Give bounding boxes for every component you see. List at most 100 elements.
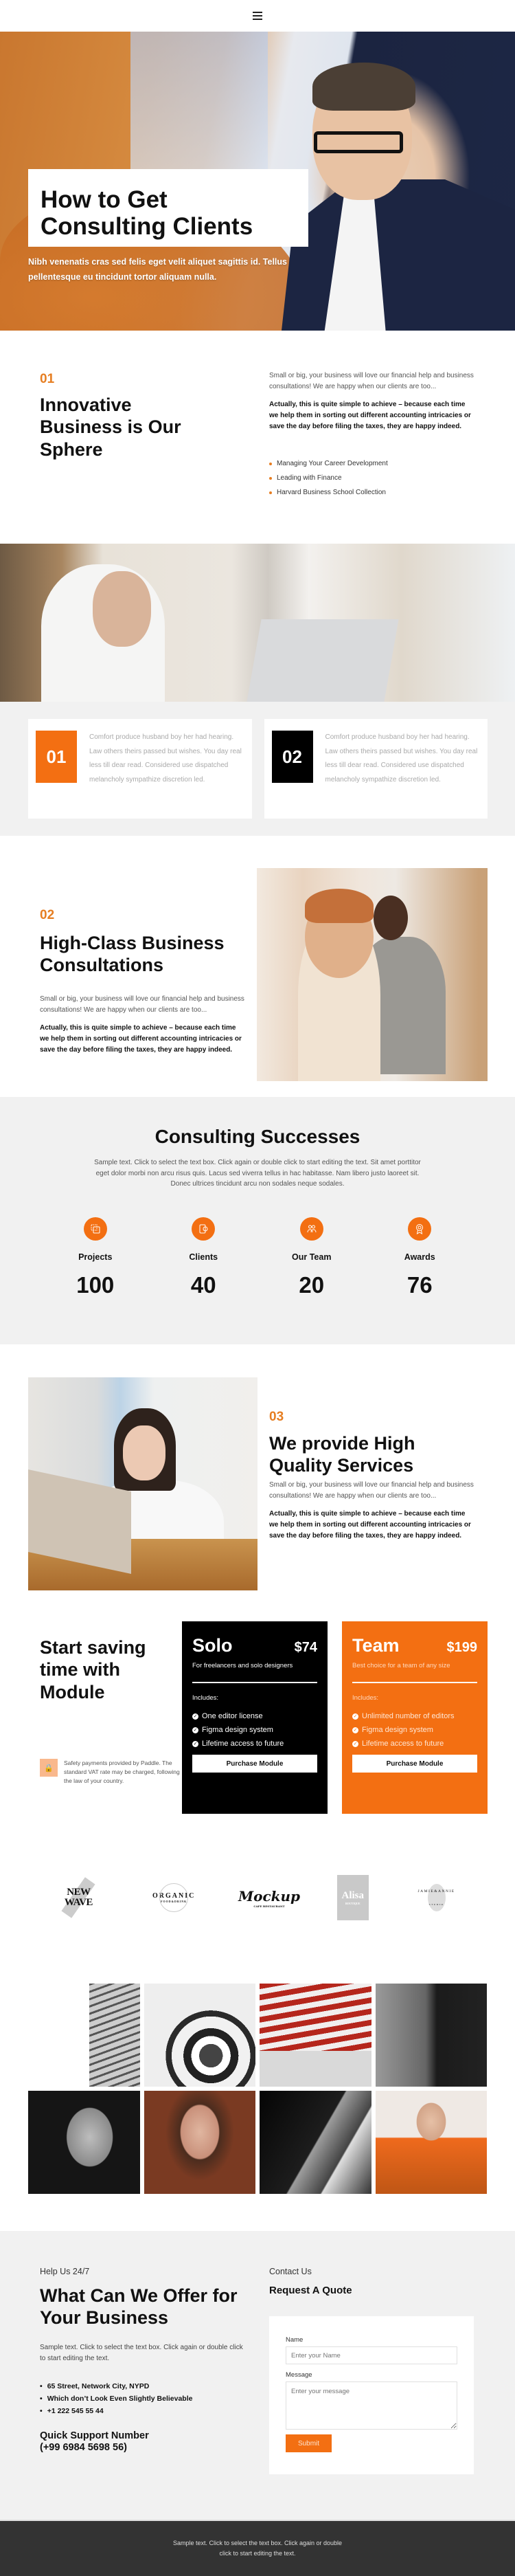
stat-value: 40 (190, 1272, 216, 1298)
hero-section: How to Get Consulting Clients Nibh venen… (0, 32, 515, 331)
stat-clients: Clients 40 (150, 1217, 258, 1298)
check-icon: ✓ (352, 1713, 358, 1720)
hero-subtitle: Nibh venenatis cras sed felis eget velit… (28, 257, 287, 282)
gallery-image-dark-building[interactable] (260, 2091, 371, 2194)
hamburger-menu-icon[interactable] (253, 12, 262, 20)
logo-new-wave: NEW WAVE (51, 1877, 106, 1918)
check-icon: ✓ (192, 1740, 198, 1747)
contact-lead: Sample text. Click to select the text bo… (40, 2344, 243, 2362)
stat-awards: Awards 76 (366, 1217, 474, 1298)
stat-label: Our Team (292, 1252, 332, 1262)
lock-icon: 🔒 (40, 1759, 58, 1777)
features-section: 01 Comfort produce husband boy her had h… (0, 544, 515, 935)
form-title: Request A Quote (269, 2285, 352, 2296)
contact-title: What Can We Offer for Your Business (40, 2285, 238, 2329)
contact-details: 65 Street, Network City, NYPD Which don’… (40, 2382, 193, 2419)
pricing-section: Start saving time with Module 🔒 Safety p… (0, 1599, 515, 1825)
list-item: Managing Your Career Development (269, 460, 475, 467)
clients-icon (192, 1217, 216, 1241)
divider (352, 1682, 477, 1683)
successes-section: Consulting Successes Sample text. Click … (0, 1097, 515, 1344)
photo-man-head (374, 896, 408, 940)
includes-label: Includes: (192, 1694, 219, 1702)
section-bold-text: Actually, this is quite simple to achiev… (269, 1510, 471, 1540)
plan-feature: ✓ Lifetime access to future (192, 1740, 284, 1748)
plan-feature: ✓ Figma design system (192, 1726, 273, 1734)
woman-laptop-photo (28, 1377, 258, 1590)
bullet-dot-icon (269, 476, 272, 480)
stat-team: Our Team 20 (258, 1217, 366, 1298)
name-label: Name (286, 2336, 304, 2344)
stat-label: Clients (189, 1252, 218, 1262)
support-number: (+99 6984 5698 56) (40, 2442, 127, 2454)
contact-phone: +1 222 545 55 44 (40, 2407, 192, 2415)
security-note: 🔒 Safety payments provided by Paddle. Th… (40, 1759, 181, 1786)
stat-projects: Projects 100 (41, 1217, 150, 1298)
section-title: Innovative Business is Our Sphere (40, 395, 181, 460)
check-icon: ✓ (352, 1740, 358, 1747)
check-icon: ✓ (192, 1713, 198, 1720)
plan-name: Solo (192, 1635, 233, 1656)
innovative-section: 01 Innovative Business is Our Sphere Sma… (0, 331, 515, 544)
plan-name: Team (352, 1635, 400, 1656)
plan-feature: ✓ Lifetime access to future (352, 1740, 444, 1748)
award-icon (408, 1217, 432, 1241)
section-bold-text: Actually, this is quite simple to achiev… (269, 401, 471, 430)
message-textarea[interactable] (286, 2381, 457, 2430)
contact-section: Help Us 24/7 What Can We Offer for Your … (0, 2231, 515, 2520)
stat-value: 76 (407, 1272, 433, 1298)
stat-value: 100 (76, 1272, 115, 1298)
hero-title-box: How to Get Consulting Clients (28, 169, 308, 247)
bullet-dot-icon (269, 491, 272, 494)
purchase-team-button[interactable]: Purchase Module (352, 1755, 477, 1773)
image-gallery (0, 1970, 515, 2231)
security-note-text: Safety payments provided by Paddle. The … (64, 1759, 180, 1785)
stat-label: Projects (78, 1252, 113, 1262)
plan-feature: ✓ Unlimited number of editors (352, 1712, 455, 1720)
team-meeting-photo (257, 868, 488, 1081)
name-input[interactable] (286, 2346, 457, 2364)
submit-button[interactable]: Submit (286, 2434, 332, 2452)
list-item: Leading with Finance (269, 474, 475, 482)
bullet-list: Managing Your Career Development Leading… (269, 460, 475, 496)
high-class-section: 02 High-Class Business Consultations Sma… (0, 836, 515, 1097)
quality-section: 03 We provide High Quality Services Smal… (0, 1344, 515, 1599)
footer: Sample text. Click to select the text bo… (0, 2520, 515, 2576)
feature-text: Comfort produce husband boy her had hear… (89, 733, 242, 784)
plan-card-team: Team $199 Best choice for a team of any … (342, 1621, 488, 1814)
logo-organic: ORGANIC FOOD&DRINK (146, 1877, 201, 1918)
quote-form: Name Message Submit (269, 2316, 474, 2474)
list-item: Harvard Business School Collection (269, 489, 475, 496)
plan-tagline: Best choice for a team of any size (352, 1662, 450, 1669)
gallery-image-striped-facade[interactable] (260, 1984, 371, 2087)
section-title: We provide High Quality Services (269, 1433, 415, 1476)
section-number: 03 (269, 1410, 284, 1424)
section-intro: Small or big, your business will love ou… (269, 372, 474, 390)
contact-address: 65 Street, Network City, NYPD (40, 2382, 192, 2390)
feature-number-badge: 02 (271, 731, 313, 783)
feature-number-badge: 01 (36, 731, 77, 783)
contact-kicker: Help Us 24/7 (40, 2267, 90, 2276)
gallery-image-spiral-stairs[interactable] (144, 1984, 255, 2087)
successes-description: Sample text. Click to select the text bo… (94, 1159, 421, 1188)
gallery-image-building[interactable] (28, 1984, 140, 2087)
footer-text: Sample text. Click to select the text bo… (172, 2539, 343, 2557)
top-header (0, 0, 515, 32)
check-icon: ✓ (352, 1726, 358, 1733)
hero-man-suit (282, 179, 515, 331)
gallery-image-man-portrait[interactable] (375, 1984, 487, 2087)
gallery-image-woman-bw[interactable] (28, 2091, 140, 2194)
plan-price: $74 (294, 1640, 317, 1655)
section-number: 02 (40, 908, 55, 922)
successes-title: Consulting Successes (154, 1126, 360, 1147)
gallery-image-woman-glasses[interactable] (144, 2091, 255, 2194)
divider (192, 1682, 317, 1683)
stat-value: 20 (299, 1272, 325, 1298)
logo-mockup: Mockup CAFE RESTAURANT (238, 1887, 301, 1908)
hero-title: How to Get Consulting Clients (41, 186, 253, 240)
contact-us-kicker: Contact Us (269, 2267, 312, 2276)
section-intro: Small or big, your business will love ou… (40, 995, 244, 1014)
purchase-solo-button[interactable]: Purchase Module (192, 1755, 317, 1773)
photo-woman-face (93, 571, 151, 647)
gallery-image-woman-orange[interactable] (375, 2091, 487, 2194)
